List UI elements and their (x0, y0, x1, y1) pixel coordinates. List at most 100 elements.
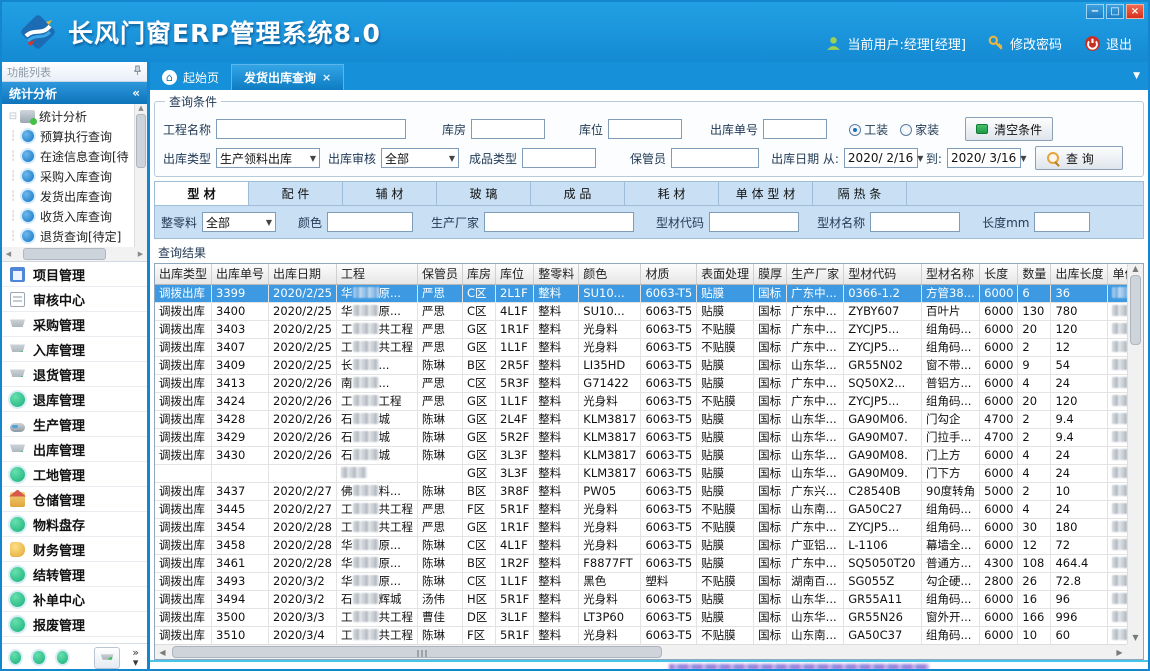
profile-code-input[interactable] (709, 212, 799, 232)
table-row[interactable]: 调拨出库34072020/2/25工共工程严思G区1L1F整料光身料6063-T… (155, 338, 1127, 356)
sidebar-item-入库管理[interactable]: 入库管理 (2, 337, 147, 362)
tree-horizontal-scrollbar[interactable]: ◀▶ (2, 247, 147, 261)
change-password-button[interactable]: 修改密码 (988, 34, 1062, 53)
cart-toolbar-button[interactable] (94, 647, 120, 669)
project-name-input[interactable] (216, 119, 406, 139)
material-tab[interactable]: 成 品 (531, 182, 625, 205)
table-row[interactable]: 调拨出库34092020/2/25长...陈琳B区2R5F整料LI35HD606… (155, 356, 1127, 374)
material-tab[interactable]: 辅 材 (343, 182, 437, 205)
tab-list-dropdown-icon[interactable]: ▼ (1133, 71, 1140, 81)
column-header[interactable]: 出库类型 (155, 264, 212, 284)
column-header[interactable]: 长度 (980, 264, 1018, 284)
table-row[interactable]: 调拨出库34452020/2/27工共工程严思F区5R1F整料光身料6063-T… (155, 500, 1127, 518)
column-header[interactable]: 材质 (641, 264, 697, 284)
material-tab[interactable]: 隔 热 条 (813, 182, 907, 205)
column-header[interactable]: 膜厚 (754, 264, 787, 284)
maximize-button[interactable]: □ (1106, 4, 1124, 19)
green-dot-icon[interactable] (10, 651, 21, 664)
sidebar-item-审核中心[interactable]: 审核中心 (2, 287, 147, 312)
minimize-button[interactable]: − (1086, 4, 1104, 19)
table-row[interactable]: 调拨出库34932020/3/2华原...陈琳C区1L1F整料黑色塑料不贴膜国标… (155, 572, 1127, 590)
column-header[interactable]: 颜色 (579, 264, 641, 284)
material-tab[interactable]: 型 材 (155, 182, 249, 205)
table-row[interactable]: 调拨出库34612020/2/28华原...陈琳B区1R2F整料F8877FT6… (155, 554, 1127, 572)
material-tab[interactable]: 玻 璃 (437, 182, 531, 205)
table-row[interactable]: 调拨出库35102020/3/4工共工程陈琳F区5R1F整料光身料6063-T5… (155, 626, 1127, 644)
column-header[interactable]: 型材名称 (922, 264, 980, 284)
material-tab[interactable]: 配 件 (249, 182, 343, 205)
collapse-icon[interactable]: « (132, 86, 140, 100)
tree-item[interactable]: ┆发货出库查询 (6, 186, 147, 206)
column-header[interactable]: 库房 (463, 264, 496, 284)
color-input[interactable] (327, 212, 413, 232)
clear-conditions-button[interactable]: 清空条件 (965, 117, 1053, 141)
radio-work[interactable]: 工装 (849, 121, 888, 138)
date-from-picker[interactable]: 2020/ 2/16▼ (844, 148, 918, 168)
tree-item[interactable]: ┆在途信息查询[待 (6, 146, 147, 166)
material-tab[interactable]: 耗 材 (625, 182, 719, 205)
profile-name-input[interactable] (870, 212, 960, 232)
sidebar-item-生产管理[interactable]: 生产管理 (2, 412, 147, 437)
tab-home[interactable]: ⌂ 起始页 (150, 64, 231, 90)
length-input[interactable] (1034, 212, 1090, 232)
table-row[interactable]: 调拨出库34372020/2/27佛料...陈琳B区3R8F整料PW056063… (155, 482, 1127, 500)
table-row[interactable]: 调拨出库34582020/2/28华原...陈琳C区4L1F整料光身料6063-… (155, 536, 1127, 554)
pin-icon[interactable] (133, 65, 142, 79)
grid-vertical-scrollbar[interactable]: ▲▼ (1127, 264, 1143, 644)
tab-shipment-outbound-query[interactable]: 发货出库查询 × (231, 64, 344, 90)
sidebar-item-物料盘存[interactable]: 物料盘存 (2, 512, 147, 537)
column-header[interactable]: 型材代码 (844, 264, 922, 284)
out-type-select[interactable]: 生产领料出库▼ (216, 148, 320, 168)
logout-button[interactable]: 退出 (1084, 34, 1132, 53)
column-header[interactable]: 出库日期 (269, 264, 337, 284)
order-no-input[interactable] (763, 119, 827, 139)
table-row[interactable]: 调拨出库34302020/2/26石城陈琳G区3L3F整料KLM38176063… (155, 446, 1127, 464)
search-button[interactable]: 查 询 (1035, 146, 1123, 170)
sidebar-item-结转管理[interactable]: 结转管理 (2, 562, 147, 587)
table-row[interactable]: 调拨出库34282020/2/26石城陈琳G区2L4F整料KLM38176063… (155, 410, 1127, 428)
tree-root[interactable]: ⊟ 统计分析 (6, 106, 147, 126)
whole-piece-select[interactable]: 全部▼ (202, 212, 276, 232)
warehouse-input[interactable] (471, 119, 545, 139)
location-input[interactable] (608, 119, 682, 139)
product-type-input[interactable] (522, 148, 596, 168)
table-row[interactable]: 调拨出库34292020/2/26石城陈琳G区5R2F整料KLM38176063… (155, 428, 1127, 446)
column-header[interactable]: 表面处理 (697, 264, 754, 284)
tree-item[interactable]: ┆采购入库查询 (6, 166, 147, 186)
column-header[interactable]: 出库长度 (1051, 264, 1108, 284)
column-header[interactable]: 数量 (1018, 264, 1051, 284)
sidebar-item-退货管理[interactable]: 退货管理 (2, 362, 147, 387)
sidebar-section-header[interactable]: 统计分析 « (2, 82, 147, 104)
table-row[interactable]: 调拨出库34002020/2/25华原...严思C区4L1F整料SU10...6… (155, 302, 1127, 320)
sidebar-item-仓储管理[interactable]: 仓储管理 (2, 487, 147, 512)
table-row[interactable]: 调拨出库35002020/3/3工共工程曹佳D区3L1F整料LT3P606063… (155, 608, 1127, 626)
table-row[interactable]: 调拨出库34542020/2/28工共工程严思G区1R1F整料光身料6063-T… (155, 518, 1127, 536)
table-row[interactable]: 调拨出库34242020/2/26工工程严思G区1L1F整料光身料6063-T5… (155, 392, 1127, 410)
column-header[interactable]: 整零料 (534, 264, 579, 284)
green-dot-icon[interactable] (33, 651, 44, 664)
out-audit-select[interactable]: 全部▼ (381, 148, 459, 168)
sidebar-item-报废管理[interactable]: 报废管理 (2, 612, 147, 637)
tree-item[interactable]: ┆收货入库查询 (6, 206, 147, 226)
green-dot-icon[interactable] (57, 651, 68, 664)
radio-home[interactable]: 家装 (900, 121, 939, 138)
sidebar-item-工地管理[interactable]: 工地管理 (2, 462, 147, 487)
table-row[interactable]: 调拨出库34132020/2/26南...严思C区5R3F整料G71422606… (155, 374, 1127, 392)
keeper-input[interactable] (671, 148, 759, 168)
sidebar-item-退库管理[interactable]: 退库管理 (2, 387, 147, 412)
sidebar-item-财务管理[interactable]: 财务管理 (2, 537, 147, 562)
tree-item[interactable]: ┆退货查询[待定] (6, 226, 147, 246)
material-tab[interactable]: 单 体 型 材 (719, 182, 813, 205)
close-button[interactable]: × (1126, 4, 1144, 19)
tree-item[interactable]: ┆预算执行查询 (6, 126, 147, 146)
column-header[interactable]: 出库单号 (212, 264, 269, 284)
column-header[interactable]: 单价 (1108, 264, 1127, 284)
table-row[interactable]: 调拨出库34942020/3/2石辉城汤伟H区5R1F整料光身料6063-T5贴… (155, 590, 1127, 608)
tab-close-icon[interactable]: × (322, 71, 331, 84)
grid-horizontal-scrollbar[interactable]: ◀▶ (155, 644, 1127, 659)
table-row[interactable]: 调拨出库33992020/2/25华原...严思C区2L1F整料SU10...6… (155, 284, 1127, 302)
column-header[interactable]: 生产厂家 (787, 264, 844, 284)
sidebar-item-项目管理[interactable]: 项目管理 (2, 262, 147, 287)
column-header[interactable]: 保管员 (418, 264, 463, 284)
sidebar-item-出库管理[interactable]: 出库管理 (2, 437, 147, 462)
